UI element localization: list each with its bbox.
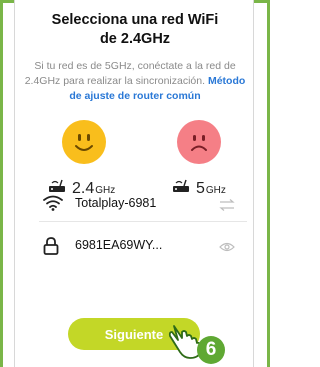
eye-icon[interactable] — [219, 240, 235, 258]
password-value: 6981EA69WY... — [75, 238, 163, 252]
wifi-selection-card: Selecciona una red WiFi de 2.4GHz Si tu … — [14, 0, 254, 367]
password-row[interactable]: 6981EA69WY... — [15, 235, 255, 259]
step-number-badge: 6 — [197, 336, 225, 364]
instructions-body: Si tu red es de 5GHz, conéctate a la red… — [24, 60, 236, 87]
page-title-line1: Selecciona una red WiFi — [51, 12, 219, 28]
sad-face-icon — [177, 120, 221, 164]
happy-face-icon — [62, 120, 106, 164]
lock-icon — [43, 237, 59, 260]
instructions-text: Si tu red es de 5GHz, conéctate a la red… — [23, 59, 247, 104]
wifi-icon — [43, 195, 63, 216]
page-title-line2: de 2.4GHz — [99, 31, 171, 47]
swap-arrows-icon[interactable] — [219, 198, 235, 216]
divider — [39, 221, 247, 222]
wifi-ssid: Totalplay-6981 — [75, 196, 157, 210]
wifi-network-row[interactable]: Totalplay-6981 — [15, 193, 255, 217]
